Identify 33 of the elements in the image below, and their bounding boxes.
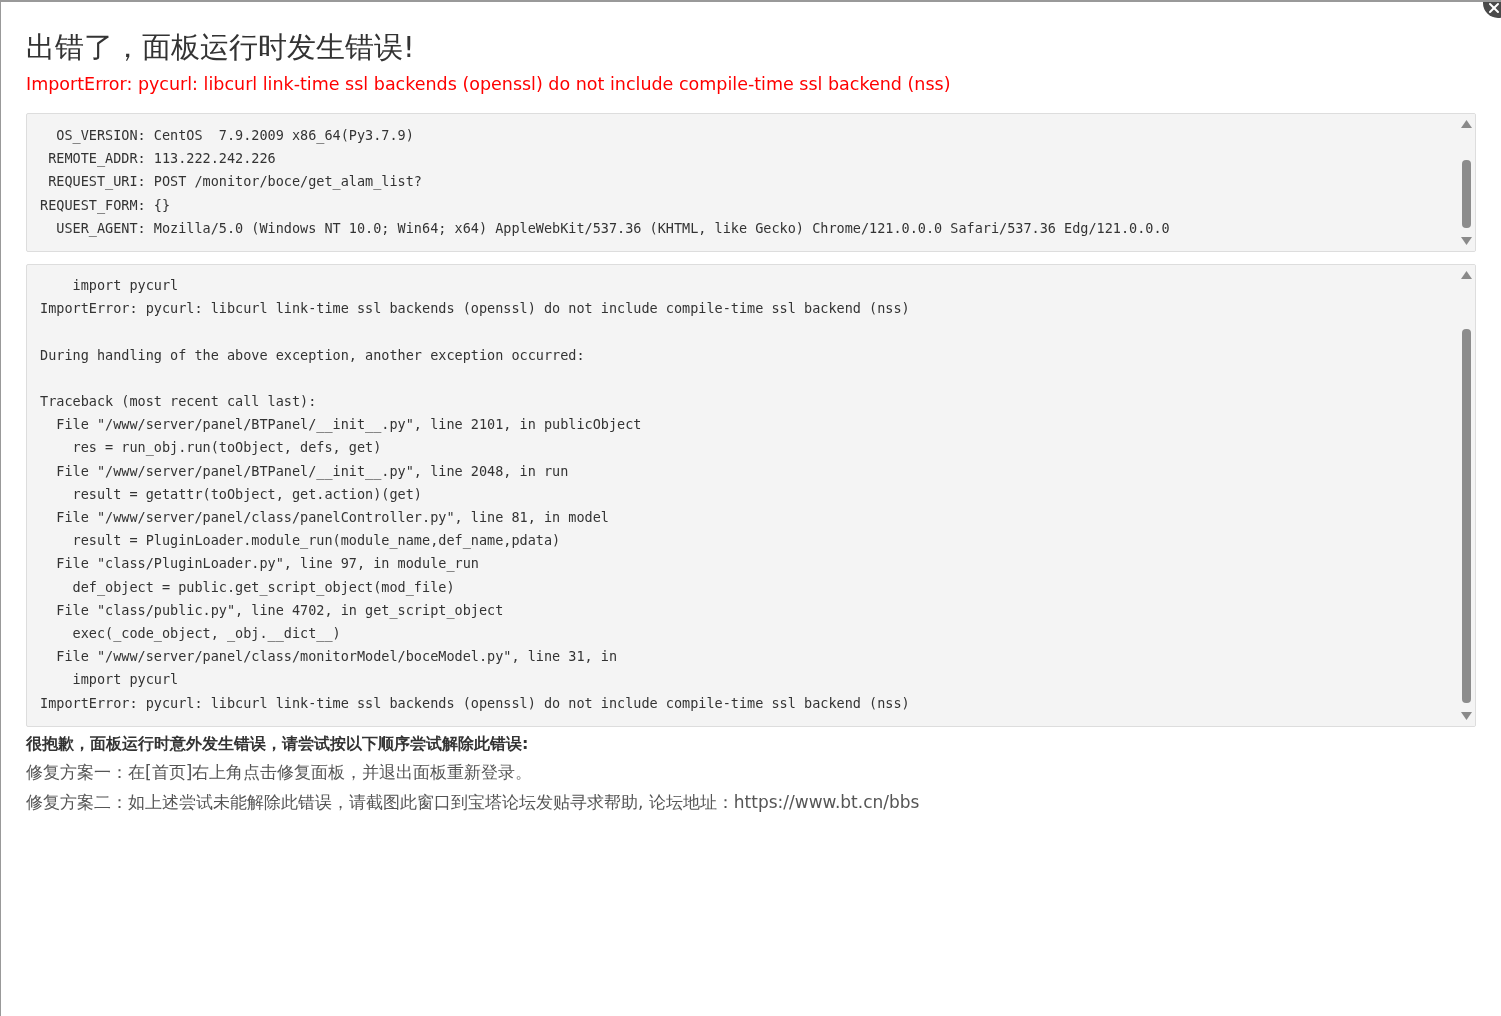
error-message: ImportError: pycurl: libcurl link-time ssl backends (openssl) do not include compile-time ssl backend (nss)	[26, 73, 952, 96]
scroll-thumb[interactable]	[1462, 329, 1471, 703]
traceback-line: result = getattr(toObject, get.action)(get)	[71, 484, 422, 504]
info-line: REMOTE_ADDR: 113.222.242.226	[47, 149, 276, 169]
fix-suggestion: 修复方案一：在[首页]右上角点击修复面板，并退出面板重新登录。	[26, 761, 534, 784]
traceback-line: ImportError: pycurl: libcurl link-time ssl backends (openssl) do not include compile-time ssl backend (nss)	[40, 693, 910, 713]
help-heading: 很抱歉，面板运行时意外发生错误，请尝试按以下顺序尝试解除此错误:	[26, 733, 530, 755]
info-line: REQUEST_FORM: {}	[40, 195, 171, 216]
info-line: USER_AGENT: Mozilla/5.0 (Windows NT 10.0; Win64; x64) AppleWebKit/537.36 (KHTML, like Gecko) Chrome/121.0.0.0 Safari/537.36 Edg/121.0.0.0	[55, 218, 1170, 239]
scroll-thumb[interactable]	[1462, 160, 1471, 228]
traceback-line: File "/www/server/panel/class/monitorModel/boceModel.py", line 31, in	[55, 647, 618, 667]
error-title: 出错了，面板运行时发生错误!	[26, 29, 416, 66]
traceback-line: File "class/public.py", line 4702, in get_script_object	[55, 600, 504, 621]
traceback-line: import pycurl	[71, 670, 179, 690]
traceback-line: def_object = public.get_script_object(mod_file)	[71, 577, 455, 598]
traceback-line: exec(_code_object, _obj.__dict__)	[71, 624, 341, 644]
traceback-line: During handling of the above exception, another exception occurred:	[40, 345, 585, 365]
scroll-down-icon[interactable]	[1461, 712, 1472, 720]
info-line: OS_VERSION: CentOS 7.9.2009 x86_64(Py3.7.9)	[55, 126, 414, 146]
traceback-line: ImportError: pycurl: libcurl link-time ssl backends (openssl) do not include compile-time ssl backend (nss)	[40, 299, 910, 319]
scroll-up-icon[interactable]	[1461, 120, 1472, 128]
traceback-line: File "class/PluginLoader.py", line 97, in module_run	[55, 554, 479, 574]
traceback-line: File "/www/server/panel/class/panelController.py", line 81, in model	[55, 508, 609, 527]
traceback-line: import pycurl	[71, 276, 179, 295]
scroll-up-icon[interactable]	[1461, 271, 1472, 279]
scroll-down-icon[interactable]	[1461, 237, 1472, 245]
traceback-line: File "/www/server/panel/BTPanel/__init__.py", line 2101, in publicObject	[55, 415, 642, 435]
info-line: REQUEST_URI: POST /monitor/boce/get_alam_list?	[47, 172, 422, 192]
traceback-line: result = PluginLoader.module_run(module_name,def_name,pdata)	[71, 531, 561, 551]
traceback-line: File "/www/server/panel/BTPanel/__init__.py", line 2048, in run	[55, 461, 569, 482]
traceback-line: res = run_obj.run(toObject, defs, get)	[71, 438, 382, 458]
fix-suggestion: 修复方案二：如上述尝试未能解除此错误，请截图此窗口到宝塔论坛发贴寻求帮助, 论坛地址：https://www.bt.cn/bbs	[26, 791, 921, 814]
traceback-line: Traceback (most recent call last):	[40, 392, 317, 411]
